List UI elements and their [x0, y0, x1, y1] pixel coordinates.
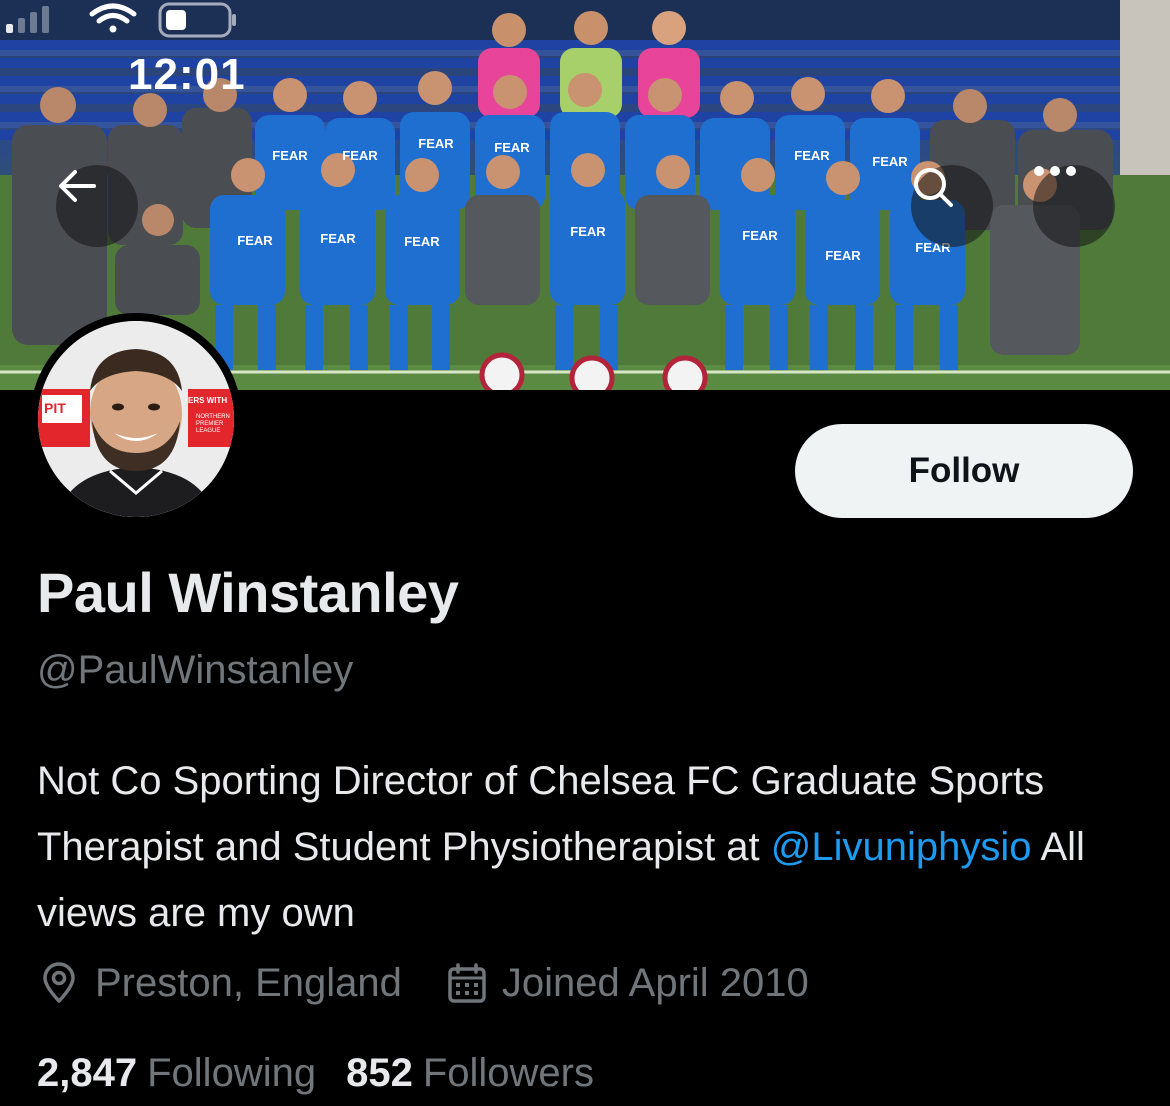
- display-name: Paul Winstanley: [37, 561, 459, 624]
- signal-icon: [6, 6, 49, 33]
- followers-link[interactable]: 852 Followers: [346, 1051, 594, 1096]
- svg-text:FEAR: FEAR: [872, 154, 908, 169]
- search-button[interactable]: [911, 165, 993, 247]
- location-pin-icon: [43, 962, 75, 1003]
- location-text: Preston, England: [95, 960, 402, 1005]
- avatar-photo: PIT ERS WITH NORTHERN PREMIER LEAGUE: [38, 321, 234, 517]
- svg-text:PREMIER: PREMIER: [196, 421, 224, 427]
- bio-mention-link[interactable]: @Livuniphysio: [771, 825, 1032, 869]
- following-count: 2,847: [37, 1050, 138, 1095]
- avatar-image: PIT ERS WITH NORTHERN PREMIER LEAGUE: [38, 321, 234, 517]
- svg-text:FEAR: FEAR: [794, 148, 830, 163]
- svg-text:FEAR: FEAR: [237, 233, 273, 248]
- svg-text:ERS WITH: ERS WITH: [188, 396, 227, 405]
- follow-stats: 2,847 Following 852 Followers: [37, 1045, 594, 1101]
- svg-text:FEAR: FEAR: [825, 248, 861, 263]
- joined-text: Joined April 2010: [501, 960, 809, 1005]
- battery-icon: [158, 2, 236, 38]
- status-bar-time: 12:01: [128, 50, 246, 99]
- following-link[interactable]: 2,847 Following: [37, 1051, 316, 1096]
- more-horizontal-icon: [1034, 166, 1076, 176]
- follow-button[interactable]: Follow: [795, 424, 1133, 518]
- svg-text:PIT: PIT: [44, 400, 66, 416]
- svg-text:FEAR: FEAR: [342, 148, 378, 163]
- username-handle: @PaulWinstanley: [37, 648, 354, 692]
- svg-text:FEAR: FEAR: [494, 140, 530, 155]
- followers-label: Followers: [422, 1050, 594, 1095]
- profile-meta: Preston, England Joined April 2010: [37, 955, 809, 1011]
- back-button[interactable]: [56, 165, 138, 247]
- more-button[interactable]: [1033, 165, 1115, 247]
- profile-avatar[interactable]: PIT ERS WITH NORTHERN PREMIER LEAGUE: [30, 313, 242, 525]
- svg-text:FEAR: FEAR: [418, 136, 454, 151]
- profile-bio: Not Co Sporting Director of Chelsea FC G…: [37, 748, 1137, 946]
- svg-text:FEAR: FEAR: [404, 234, 440, 249]
- arrow-left-icon: [59, 170, 96, 202]
- svg-text:FEAR: FEAR: [272, 148, 308, 163]
- following-label: Following: [147, 1050, 317, 1095]
- location-item: Preston, England: [37, 961, 402, 1006]
- followers-count: 852: [346, 1050, 413, 1095]
- svg-text:LEAGUE: LEAGUE: [196, 428, 220, 434]
- svg-text:FEAR: FEAR: [570, 224, 606, 239]
- svg-text:FEAR: FEAR: [742, 228, 778, 243]
- svg-text:FEAR: FEAR: [320, 231, 356, 246]
- search-icon: [914, 168, 953, 207]
- wifi-icon: [89, 3, 137, 33]
- calendar-icon: [448, 963, 486, 1003]
- status-bar-icons: [6, 2, 236, 38]
- joined-item: Joined April 2010: [446, 961, 809, 1006]
- svg-text:NORTHERN: NORTHERN: [196, 414, 230, 420]
